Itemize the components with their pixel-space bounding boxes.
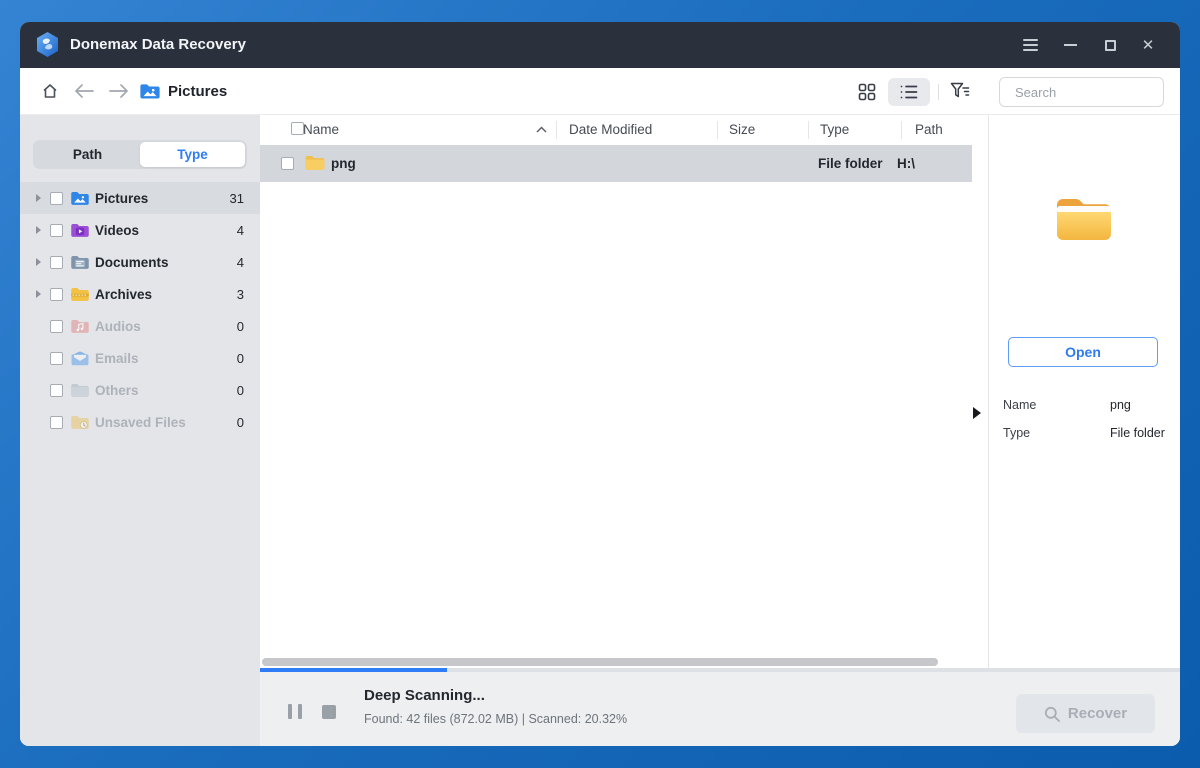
maximize-icon[interactable] <box>1090 22 1130 68</box>
item-count: 0 <box>236 350 244 366</box>
checkbox[interactable] <box>50 287 63 301</box>
sidebar-item-videos[interactable]: Videos 4 <box>20 214 260 246</box>
table-row[interactable]: png File folder H:\ <box>260 145 972 182</box>
checkbox[interactable] <box>50 351 63 365</box>
checkbox[interactable] <box>50 191 63 205</box>
sidebar-item-documents[interactable]: Documents 4 <box>20 246 260 278</box>
app-title: Donemax Data Recovery <box>70 36 246 53</box>
row-checkbox[interactable] <box>281 157 294 170</box>
search-box[interactable] <box>999 77 1180 107</box>
sidebar-item-emails[interactable]: Emails 0 <box>20 342 260 374</box>
expand-arrow-icon[interactable] <box>36 258 41 266</box>
sidebar-item-pictures[interactable]: Pictures 31 <box>20 182 260 214</box>
checkbox[interactable] <box>50 319 63 333</box>
checkbox[interactable] <box>50 415 63 429</box>
grid-view-button[interactable] <box>846 78 888 106</box>
breadcrumb[interactable]: Pictures <box>168 83 227 100</box>
preview-panel: Open Name png Type File folder <box>973 115 1180 672</box>
others-folder-icon <box>71 383 89 397</box>
audios-folder-icon <box>71 319 89 333</box>
toolbar-divider <box>938 84 939 100</box>
column-header-path[interactable]: Path <box>915 122 943 137</box>
column-header-name[interactable]: Name <box>303 122 339 137</box>
pictures-folder-icon <box>138 79 162 103</box>
grid-view-icon <box>858 83 876 101</box>
forward-icon[interactable] <box>107 79 131 103</box>
pictures-folder-icon <box>71 191 89 205</box>
item-count: 4 <box>236 254 244 270</box>
item-count: 0 <box>236 318 244 334</box>
videos-folder-icon <box>71 223 89 237</box>
minimize-icon[interactable] <box>1050 22 1090 68</box>
filter-icon[interactable] <box>948 79 972 103</box>
horizontal-scrollbar[interactable] <box>262 658 938 666</box>
column-header-size[interactable]: Size <box>729 122 755 137</box>
list-view-icon <box>900 85 918 99</box>
sort-asc-icon[interactable] <box>536 126 547 133</box>
preview-folder-icon <box>1057 199 1111 240</box>
app-logo-icon <box>37 32 58 57</box>
column-header-date-modified[interactable]: Date Modified <box>569 122 652 137</box>
close-icon[interactable]: ✕ <box>1128 22 1168 68</box>
checkbox[interactable] <box>50 383 63 397</box>
file-list: Name Date Modified Size Type Path png Fi… <box>260 115 988 672</box>
desktop-background: Donemax Data Recovery ✕ Pictures Search … <box>0 0 1200 768</box>
item-count: 3 <box>236 286 244 302</box>
open-button[interactable]: Open <box>1008 337 1158 367</box>
item-count: 0 <box>236 382 244 398</box>
folder-icon <box>305 155 325 170</box>
row-type: File folder <box>818 156 883 171</box>
expand-arrow-icon[interactable] <box>36 194 41 202</box>
archives-folder-icon <box>71 287 89 301</box>
tab-type[interactable]: Type <box>140 142 245 167</box>
home-icon[interactable] <box>38 79 62 103</box>
scan-status-detail: Found: 42 files (872.02 MB) | Scanned: 2… <box>364 712 628 726</box>
expand-arrow-icon[interactable] <box>36 290 41 298</box>
collapse-panel-icon[interactable] <box>973 407 981 419</box>
app-window: Donemax Data Recovery ✕ Pictures Search … <box>20 22 1180 746</box>
status-bar: Deep Scanning... Found: 42 files (872.02… <box>260 672 1180 746</box>
table-header: Name Date Modified Size Type Path <box>260 115 988 145</box>
detail-name: Name png <box>1003 398 1131 412</box>
row-path: H:\ <box>897 156 915 171</box>
back-icon[interactable] <box>72 79 96 103</box>
item-count: 31 <box>229 190 244 206</box>
scan-status-title: Deep Scanning... <box>364 687 485 704</box>
sidebar-item-others[interactable]: Others 0 <box>20 374 260 406</box>
recover-search-icon <box>1044 706 1060 722</box>
sidebar-item-unsaved-files[interactable]: Unsaved Files 0 <box>20 406 260 438</box>
list-view-button[interactable] <box>888 78 930 106</box>
title-bar: Donemax Data Recovery ✕ <box>20 22 1180 68</box>
pause-icon[interactable] <box>288 704 302 719</box>
toolbar: Pictures <box>20 68 1180 115</box>
item-count: 4 <box>236 222 244 238</box>
sidebar: Path Type Pictures 31 Videos 4 Documents… <box>20 115 260 746</box>
checkbox[interactable] <box>50 255 63 269</box>
recover-button[interactable]: Recover <box>1016 694 1155 733</box>
sidebar-item-audios[interactable]: Audios 0 <box>20 310 260 342</box>
column-header-type[interactable]: Type <box>820 122 849 137</box>
expand-arrow-icon[interactable] <box>36 226 41 234</box>
sidebar-tab-switch: Path Type <box>33 140 247 169</box>
sidebar-item-archives[interactable]: Archives 3 <box>20 278 260 310</box>
checkbox[interactable] <box>50 223 63 237</box>
search-input[interactable] <box>1015 84 1180 100</box>
documents-folder-icon <box>71 255 89 269</box>
stop-icon[interactable] <box>322 705 336 719</box>
detail-type: Type File folder <box>1003 426 1165 440</box>
row-name: png <box>331 156 356 171</box>
tab-path[interactable]: Path <box>35 142 140 167</box>
menu-icon[interactable] <box>1010 22 1050 68</box>
item-count: 0 <box>236 414 244 430</box>
emails-icon <box>71 350 89 365</box>
unsaved-files-icon <box>71 415 89 429</box>
